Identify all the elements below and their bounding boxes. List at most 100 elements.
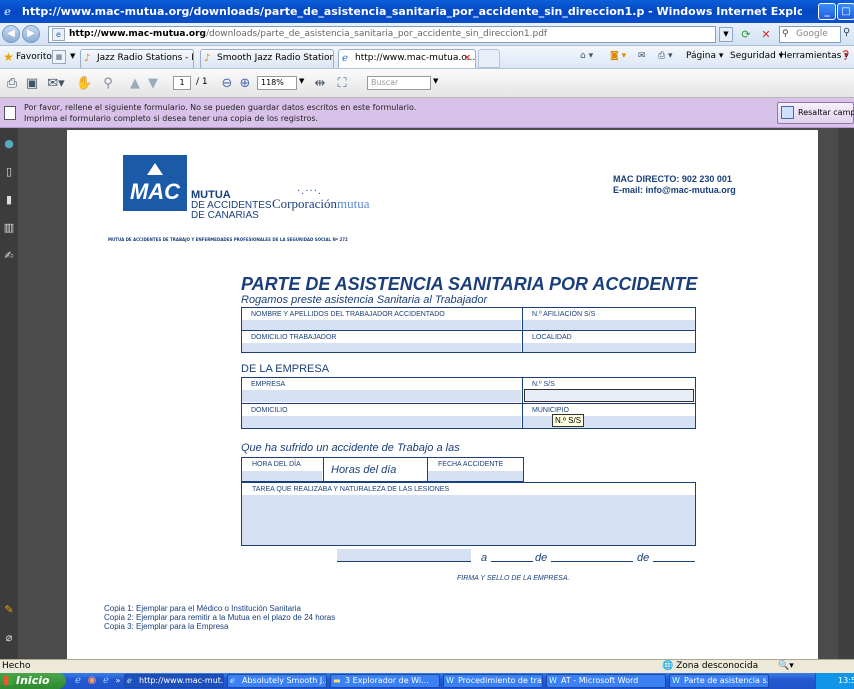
zoom-input[interactable]: 118% [257, 76, 297, 90]
security-menu[interactable]: Seguridad ▾ [730, 51, 783, 61]
signature-de1: de [535, 552, 548, 564]
zoom-dropdown-icon[interactable]: ▼ [299, 77, 304, 85]
security-zone: 🌐 Zona desconocida [662, 660, 758, 673]
task-word-at[interactable]: W AT - Microsoft Word [546, 674, 666, 688]
tab-smooth-jazz[interactable]: ♪ Smooth Jazz Radio Stations -... [200, 49, 334, 68]
worker-address-field[interactable] [242, 343, 521, 352]
home-icon[interactable]: ⌂ ▾ [580, 51, 593, 61]
favorites-bar: ★ Favoritos ▦ ▼ ♪ Jazz Radio Stations - … [0, 46, 854, 69]
forward-button[interactable]: ▶ [22, 25, 40, 43]
form-notice-line1: Por favor, rellene el siguiente formular… [24, 103, 417, 112]
pages-icon[interactable]: ▯ [3, 166, 15, 178]
command-bar: ⌂ ▾ ◙ ▾ ✉ ⎙ ▾ Página ▾ Seguridad ▾ Herra… [580, 50, 854, 66]
hand-tool-icon[interactable]: ✋ [76, 74, 92, 93]
address-bar[interactable]: e http://www.mac-mutua.org/downloads/par… [48, 26, 716, 43]
month-line [551, 561, 633, 562]
hour-field[interactable] [242, 471, 322, 481]
search-go-icon[interactable]: ⚲ [843, 27, 853, 42]
more-quicklaunch-icon[interactable]: » [112, 675, 124, 687]
browser-window: ℯ http://www.mac-mutua.org/downloads/par… [0, 0, 854, 689]
company-address-field[interactable] [242, 416, 521, 428]
task-ie-active[interactable]: ℯ http://www.mac-mut... [124, 674, 224, 688]
task-label: 3 Explorador de Wi... [345, 676, 429, 685]
taskbar: Inicio ℯ ◉ ℯ » ℯ http://www.mac-mut... ℯA… [0, 673, 854, 689]
windows-flag-icon [4, 676, 13, 685]
new-tab-button[interactable] [478, 49, 500, 68]
search-input[interactable]: ⚲ Google [779, 26, 841, 43]
contact-phone: MAC DIRECTO: 902 230 001 [613, 174, 732, 184]
layers-icon[interactable]: ▥ [3, 222, 15, 234]
prev-page-icon[interactable]: ▲ [128, 74, 142, 93]
start-button[interactable]: Inicio [0, 673, 66, 689]
company-field[interactable] [242, 390, 521, 402]
task-ie[interactable]: ℯ Absolutely Smooth J... [227, 674, 327, 688]
maximize-button[interactable]: □ [837, 3, 854, 20]
favorites-star-icon[interactable]: ★ [3, 50, 14, 64]
ie-icon: ℯ [127, 676, 132, 685]
municipality-field[interactable] [523, 416, 695, 428]
save-icon[interactable]: ▣ [24, 74, 40, 93]
vertical-scrollbar[interactable] [838, 128, 854, 659]
signature-caption: FIRMA Y SELLO DE LA EMPRESA. [457, 575, 570, 582]
refresh-icon[interactable]: ⟳ [738, 27, 754, 42]
back-button[interactable]: ◀ [2, 25, 20, 43]
task-parte[interactable]: W Parte de asistencia s... [669, 674, 769, 688]
stop-icon[interactable]: ✕ [758, 27, 774, 42]
tab-list-dropdown-icon[interactable]: ▼ [70, 52, 75, 60]
folder-icon: ▬ [333, 676, 341, 685]
address-dropdown-icon[interactable]: ▼ [719, 27, 733, 42]
company-label: EMPRESA [251, 381, 286, 388]
zoom-status-icon[interactable]: 🔍▾ [778, 660, 794, 673]
fit-width-icon[interactable]: ⇹ [312, 74, 328, 93]
print-icon[interactable]: ⎙ [4, 74, 20, 93]
help-icon[interactable]: ❓ [840, 51, 851, 61]
place-line [337, 561, 471, 562]
tab-jazz-radio[interactable]: ♪ Jazz Radio Stations - Free In... [80, 49, 194, 68]
day-line [491, 561, 533, 562]
media-quicklaunch-icon[interactable]: ◉ [86, 675, 98, 687]
task-word-doc[interactable]: W Procedimiento de tra... [443, 674, 543, 688]
ie-quicklaunch-icon[interactable]: ℯ [72, 675, 84, 687]
pdf-search-input[interactable]: Buscar [367, 76, 431, 90]
close-tab-icon[interactable]: × [463, 50, 471, 67]
browser-quicklaunch-icon[interactable]: ℯ [100, 675, 112, 687]
accident-date-field[interactable] [428, 471, 523, 481]
page-menu[interactable]: Página ▾ [686, 51, 723, 61]
minimize-button[interactable]: _ [818, 3, 836, 20]
fit-page-icon[interactable]: ⛶ [334, 74, 350, 93]
task-explorer[interactable]: ▬ 3 Explorador de Wi... [330, 674, 440, 688]
next-page-icon[interactable]: ▼ [146, 74, 160, 93]
ss-number-field[interactable] [524, 389, 694, 402]
field-tooltip: N.º S/S [552, 414, 585, 427]
comments-icon[interactable]: ✎ [3, 604, 15, 616]
favorites-button[interactable]: Favoritos [16, 52, 57, 62]
ie-icon: ℯ [4, 4, 11, 18]
tab-mac-mutua-active[interactable]: ℯ http://www.mac-mutua.o... × [338, 49, 476, 68]
highlight-fields-button[interactable]: Resaltar campos [777, 102, 854, 124]
task-field[interactable] [242, 495, 695, 545]
page-number-input[interactable]: 1 [173, 76, 191, 90]
tools-menu[interactable]: Herramientas ▾ [780, 51, 849, 61]
contact-email: E-mail: info@mac-mutua.org [613, 185, 736, 195]
share-icon[interactable]: ✉▾ [44, 74, 68, 93]
zoom-out-icon[interactable]: ⊖ [220, 74, 234, 93]
worker-name-field[interactable] [242, 320, 521, 330]
zoom-in-icon[interactable]: ⊕ [238, 74, 252, 93]
print-icon[interactable]: ⎙ ▾ [658, 51, 673, 61]
signatures-icon[interactable]: ✍ [3, 250, 15, 262]
bookmarks-icon[interactable]: ▮ [3, 194, 15, 206]
place-field[interactable] [337, 549, 471, 561]
mail-icon[interactable]: ✉ [638, 51, 646, 61]
attachments-icon[interactable]: ⌀ [3, 632, 15, 644]
quick-tabs-icon[interactable]: ▦ [52, 50, 66, 64]
locality-field[interactable] [523, 343, 695, 352]
ie-icon: ℯ [230, 676, 235, 685]
zoom-tool-icon[interactable]: ⚲ [100, 74, 116, 93]
mac-logo: MAC [123, 155, 187, 211]
info-icon[interactable]: ● [3, 138, 15, 150]
affiliation-field[interactable] [523, 320, 695, 330]
feeds-icon[interactable]: ◙ ▾ [610, 51, 626, 61]
copy-line: Copia 2: Ejemplar para remitir a la Mutu… [104, 613, 336, 622]
globe-icon: 🌐 [662, 661, 674, 671]
search-dropdown-icon[interactable]: ▼ [433, 77, 438, 85]
